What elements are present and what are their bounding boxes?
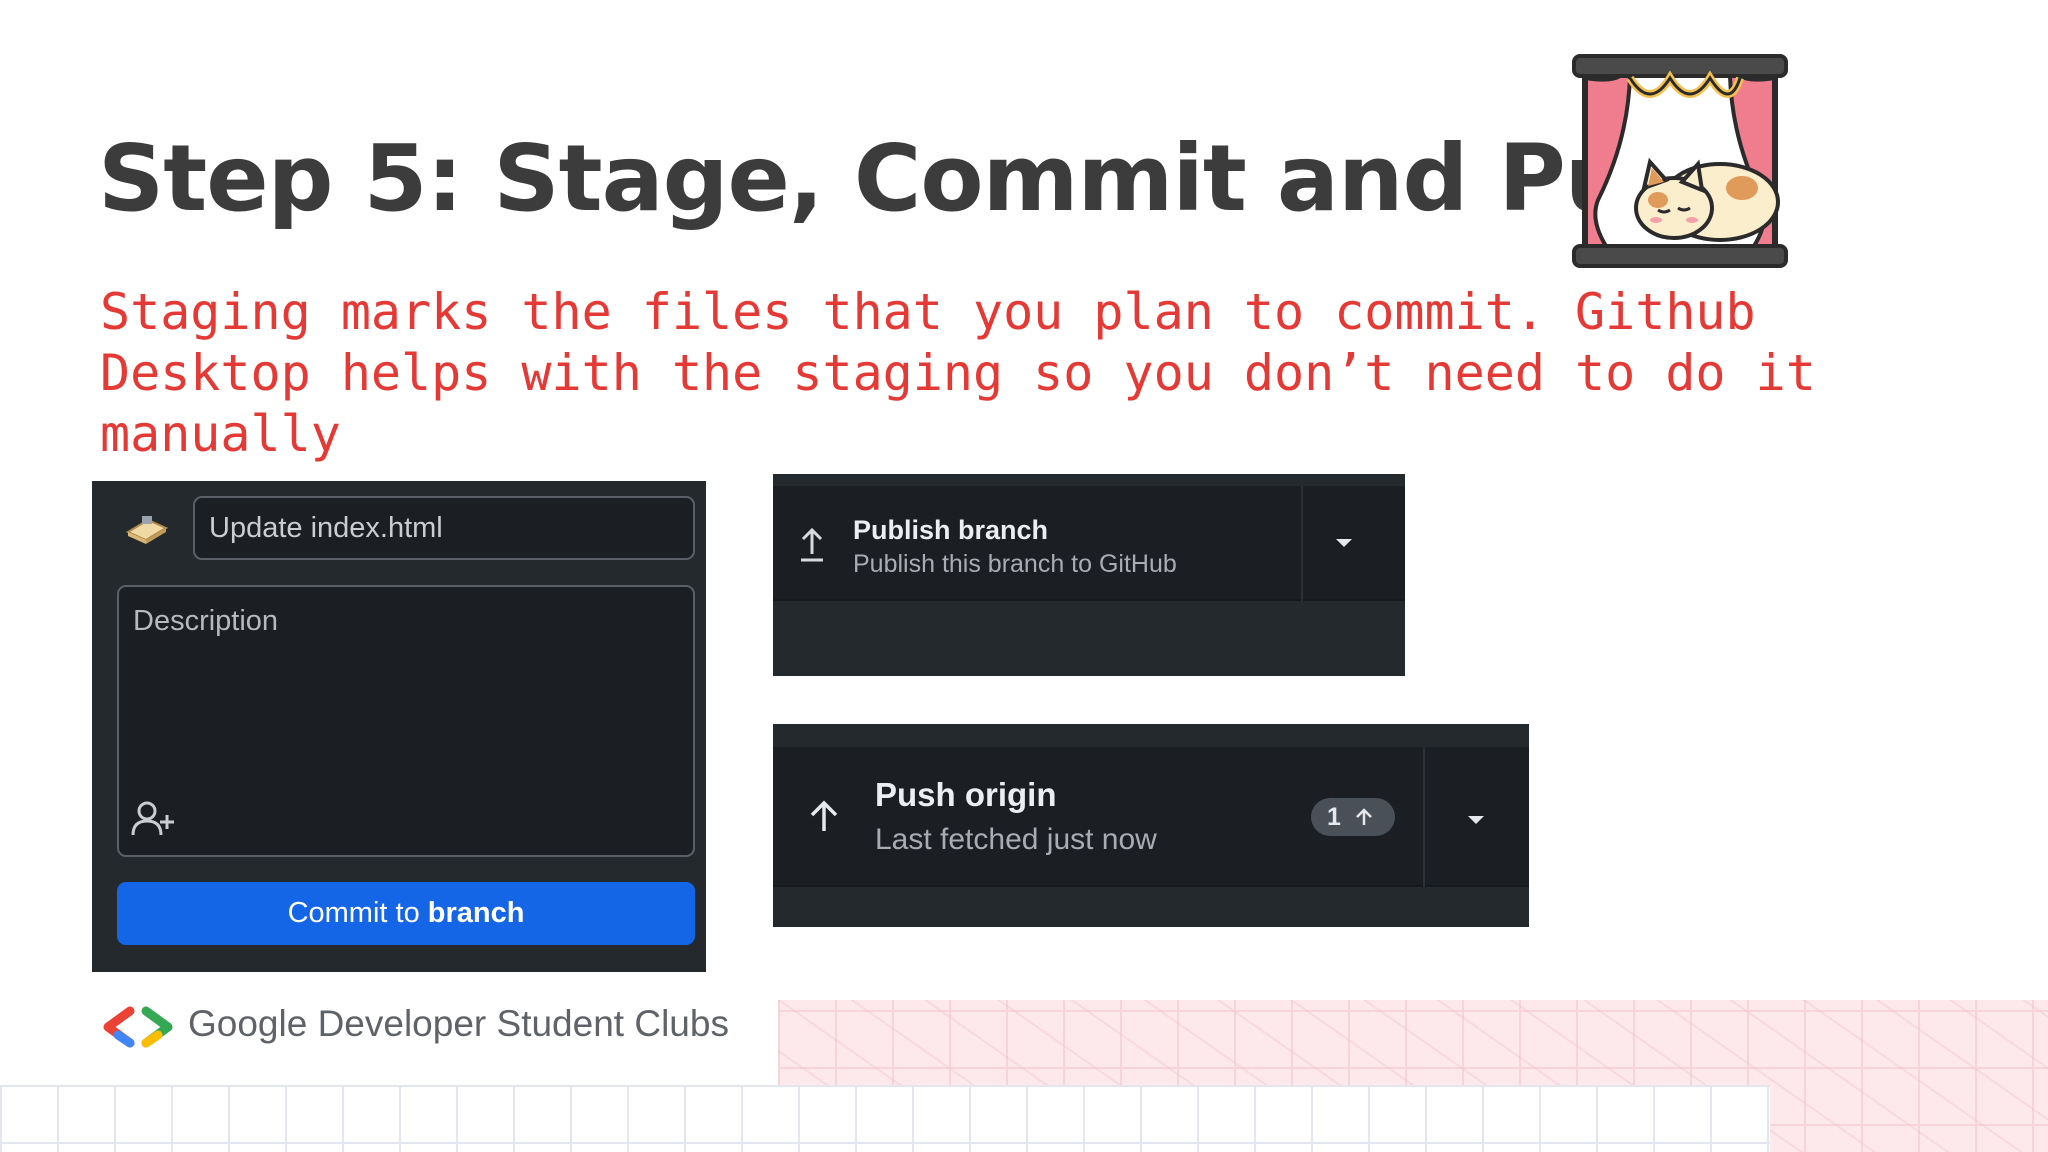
commit-button-branch: branch (427, 897, 525, 929)
push-divider (1423, 747, 1425, 887)
ahead-count: 1 (1327, 803, 1341, 831)
ahead-count-badge: 1 (1311, 798, 1395, 836)
tool-icon (125, 516, 169, 544)
publish-branch-button[interactable]: Publish branch Publish this branch to Gi… (773, 486, 1405, 601)
commit-description-field[interactable]: Description (117, 585, 695, 857)
push-panel: Push origin Last fetched just now 1 (773, 724, 1529, 927)
cat-window-illustration (1572, 54, 1788, 268)
slide-subtitle: Staging marks the files that you plan to… (100, 283, 1846, 463)
publish-panel: Publish branch Publish this branch to Gi… (773, 474, 1405, 676)
upload-icon (801, 527, 823, 562)
publish-branch-title: Publish branch (853, 515, 1049, 545)
slide-title: Step 5: Stage, Commit and Push (98, 125, 1749, 232)
publish-divider (1301, 486, 1303, 601)
commit-summary-input[interactable]: Update index.html (193, 496, 695, 560)
push-origin-button[interactable]: Push origin Last fetched just now 1 (773, 747, 1529, 887)
commit-button-prefix: Commit to (287, 897, 428, 929)
badge-arrow-up-icon (1356, 808, 1372, 825)
arrow-up-icon (810, 800, 838, 831)
commit-panel: Update index.html Description Commit to … (92, 481, 706, 972)
push-origin-subtitle: Last fetched just now (875, 823, 1157, 856)
commit-button[interactable]: Commit to branch (117, 882, 695, 945)
background-grid-bottom (0, 1085, 1770, 1152)
chevron-down-icon[interactable] (1329, 530, 1359, 554)
publish-branch-subtitle: Publish this branch to GitHub (853, 550, 1177, 578)
push-origin-title: Push origin (875, 776, 1057, 813)
description-placeholder: Description (133, 605, 279, 637)
footer-brand: Google Developer Student Clubs (188, 1003, 729, 1044)
gdsc-logo-icon (103, 1006, 173, 1048)
chevron-down-icon[interactable] (1461, 807, 1491, 831)
add-coauthor-icon[interactable] (131, 799, 177, 839)
